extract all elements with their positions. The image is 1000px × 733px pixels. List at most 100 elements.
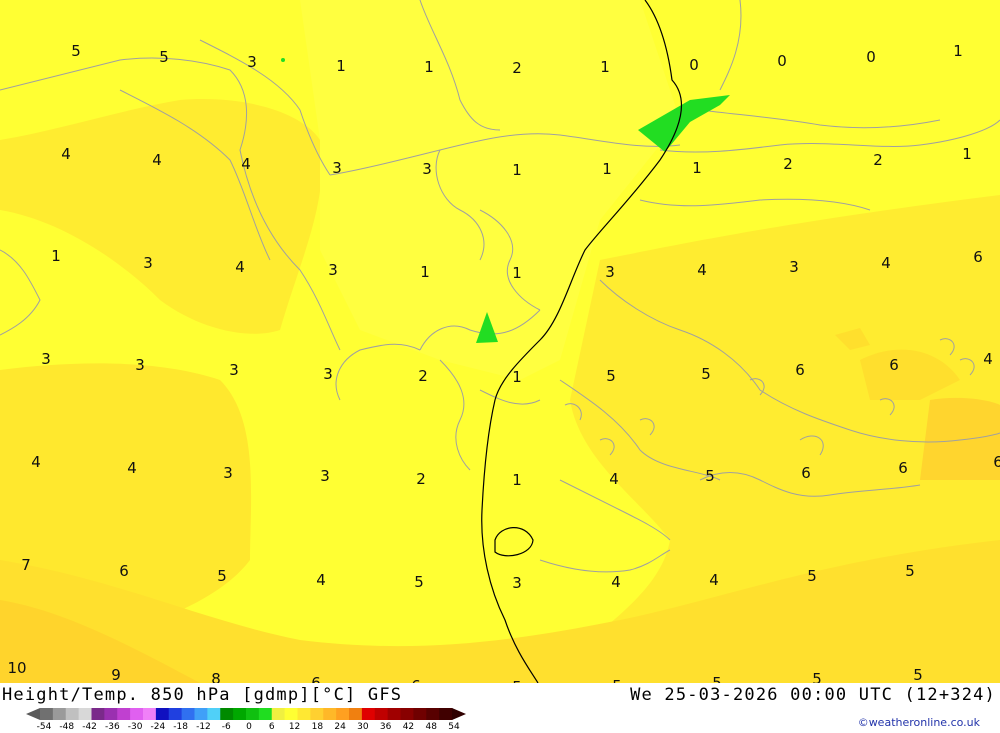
contour-value-label: 3 bbox=[229, 361, 239, 379]
contour-value-label: 5 bbox=[712, 674, 722, 683]
contour-value-label: 2 bbox=[512, 59, 522, 77]
warmest-region-southeast bbox=[920, 397, 1000, 480]
contour-value-label: 4 bbox=[235, 258, 245, 276]
contour-value-label: 1 bbox=[336, 57, 346, 75]
contour-value-label: 5 bbox=[71, 42, 81, 60]
contour-value-label: 6 bbox=[801, 464, 811, 482]
contour-value-label: 4 bbox=[241, 155, 251, 173]
contour-value-label: 1 bbox=[512, 368, 522, 386]
contour-value-label: 4 bbox=[881, 254, 891, 272]
colorbar-swatch bbox=[143, 708, 157, 720]
contour-value-label: 0 bbox=[689, 56, 699, 74]
colorbar-tick-label: 12 bbox=[288, 722, 301, 732]
contour-value-label: 6 bbox=[795, 361, 805, 379]
contour-value-label: 5 bbox=[807, 567, 817, 585]
colorbar-swatch bbox=[361, 708, 376, 720]
contour-value-label: 3 bbox=[223, 464, 233, 482]
colorbar-tick-label: -12 bbox=[196, 722, 211, 732]
colorbar-swatch bbox=[220, 708, 234, 720]
colorbar-right-arrow bbox=[452, 708, 466, 720]
contour-value-label: 0 bbox=[777, 52, 787, 70]
colorbar-tick-label: -48 bbox=[59, 722, 75, 732]
contour-value-label: 3 bbox=[328, 261, 338, 279]
contour-value-label: 2 bbox=[873, 151, 883, 169]
contour-value-label: 2 bbox=[416, 470, 426, 488]
contour-value-label: 1 bbox=[962, 145, 972, 163]
colorbar-swatch bbox=[104, 708, 118, 720]
contour-value-label: 9 bbox=[111, 666, 121, 683]
contour-value-label: 8 bbox=[211, 670, 221, 683]
contour-value-label: 1 bbox=[51, 247, 61, 265]
colorbar-swatch bbox=[117, 708, 131, 720]
contour-value-label: 4 bbox=[152, 151, 162, 169]
contour-value-label: 3 bbox=[512, 574, 522, 592]
colorbar-swatch bbox=[246, 708, 260, 720]
contour-value-label: 1 bbox=[512, 161, 522, 179]
colorbar-swatch bbox=[310, 708, 324, 720]
contour-value-label: 3 bbox=[143, 254, 153, 272]
contour-value-label: 5 bbox=[159, 48, 169, 66]
contour-value-label: 6 bbox=[889, 356, 899, 374]
colorbar-swatch bbox=[155, 708, 170, 720]
colorbar-swatch bbox=[413, 708, 427, 720]
contour-value-label: 4 bbox=[697, 261, 707, 279]
colorbar-tick-label: -30 bbox=[127, 722, 143, 732]
contour-value-label: 10 bbox=[7, 659, 26, 677]
colorbar-swatch bbox=[181, 708, 195, 720]
contour-value-label: 5 bbox=[812, 670, 822, 683]
contour-value-label: 2 bbox=[783, 155, 793, 173]
contour-value-label: 1 bbox=[692, 159, 702, 177]
contour-value-label: 3 bbox=[789, 258, 799, 276]
colorbar-swatch bbox=[207, 708, 221, 720]
colorbar-tick-label: 30 bbox=[357, 722, 369, 732]
colorbar-tick-label: -42 bbox=[82, 722, 97, 732]
colorbar-swatch bbox=[271, 708, 286, 720]
colorbar-tick-label: 48 bbox=[425, 722, 437, 732]
contour-value-label: 1 bbox=[602, 160, 612, 178]
colorbar-swatch bbox=[65, 708, 80, 720]
contour-value-label: 5 bbox=[606, 367, 616, 385]
colorbar-swatch bbox=[374, 708, 389, 720]
colorbar-swatch bbox=[168, 708, 183, 720]
colorbar-swatch bbox=[258, 708, 273, 720]
colorbar-swatch bbox=[400, 708, 414, 720]
colorbar-ticks: -54 -48 -42 -36 -30 -24 -18 -12 -6 0 6 12 18 24 30 36 42… bbox=[0, 722, 480, 733]
colorbar-swatch bbox=[78, 708, 92, 720]
contour-value-label: 7 bbox=[21, 556, 31, 574]
cold-dot bbox=[281, 58, 285, 62]
colorbar-swatch bbox=[284, 708, 298, 720]
colorbar-tick-label: 36 bbox=[379, 722, 392, 732]
contour-value-label: 4 bbox=[709, 571, 719, 589]
contour-value-label: 4 bbox=[983, 350, 993, 368]
contour-value-label: 3 bbox=[323, 365, 333, 383]
contour-value-label: 6 bbox=[898, 459, 908, 477]
contour-value-label: 3 bbox=[332, 159, 342, 177]
contour-value-label: 1 bbox=[600, 58, 610, 76]
contour-value-label: 2 bbox=[418, 367, 428, 385]
contour-value-label: 6 bbox=[993, 453, 1000, 471]
contour-value-label: 5 bbox=[913, 666, 923, 683]
colorbar-swatch bbox=[194, 708, 208, 720]
contour-value-label: 6 bbox=[119, 562, 129, 580]
contour-value-label: 1 bbox=[420, 263, 430, 281]
contour-value-label: 5 bbox=[705, 467, 715, 485]
contour-value-label: 5 bbox=[414, 573, 424, 591]
temperature-colorbar bbox=[26, 708, 466, 720]
colorbar-swatch bbox=[130, 708, 144, 720]
colorbar-tick-label: 6 bbox=[268, 722, 275, 732]
colorbar-swatch bbox=[297, 708, 311, 720]
contour-value-label: 1 bbox=[953, 42, 963, 60]
contour-value-label: 4 bbox=[611, 573, 621, 591]
contour-value-label: 3 bbox=[41, 350, 51, 368]
contour-value-label: 3 bbox=[247, 53, 257, 71]
colorbar-tick-label: -18 bbox=[173, 722, 189, 732]
colorbar-swatch bbox=[323, 708, 337, 720]
colorbar-swatch bbox=[40, 708, 54, 720]
colorbar-swatch bbox=[336, 708, 350, 720]
contour-value-label: 3 bbox=[605, 263, 615, 281]
contour-value-label: 3 bbox=[135, 356, 145, 374]
map-footer: Height/Temp. 850 hPa [gdmp][°C] GFS We 2… bbox=[0, 683, 1000, 733]
contour-value-label: 6 bbox=[311, 674, 321, 683]
contour-value-label: 4 bbox=[316, 571, 326, 589]
colorbar-tick-label: 42 bbox=[402, 722, 415, 732]
